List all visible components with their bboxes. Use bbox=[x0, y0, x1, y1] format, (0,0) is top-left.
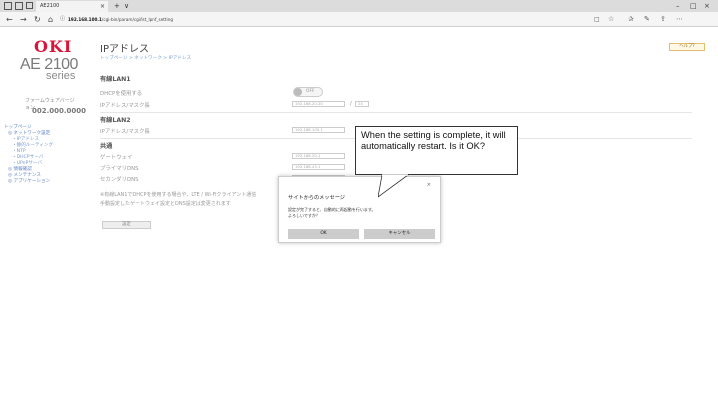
refresh-icon[interactable]: ↻ bbox=[34, 12, 41, 27]
secondary-dns-label: セカンダリDNS bbox=[100, 177, 139, 183]
home-icon[interactable]: ⌂ bbox=[48, 12, 53, 27]
dialog-title: サイトからのメッセージ bbox=[288, 195, 345, 201]
gateway-input[interactable]: 192.168.20.1 bbox=[292, 153, 345, 159]
maximize-button[interactable]: □ bbox=[690, 0, 697, 12]
back-icon[interactable]: ← bbox=[6, 12, 13, 27]
url-host: 192.168.100.1 bbox=[68, 17, 102, 22]
new-tab-button[interactable]: + bbox=[114, 0, 120, 12]
sidebar-item-application[interactable]: ◎ アプリケーション bbox=[4, 179, 78, 185]
firmware-version: 002.000.0000 bbox=[32, 107, 87, 115]
sidebar-nav: トップページ ◎ ネットワーク設定 ・IPアドレス ・静的ルーティング ・NTP… bbox=[4, 125, 78, 185]
tab-list-icon[interactable] bbox=[4, 2, 12, 10]
lan2-ip-label: IPアドレス/マスク長 bbox=[100, 129, 150, 135]
note-line-2: 手動設定したゲートウェイ設定とDNS設定は変更されます bbox=[100, 201, 231, 207]
breadcrumb[interactable]: トップページ > ネットワーク > IPアドレス bbox=[100, 55, 191, 61]
section-title-common: 共通 bbox=[100, 143, 113, 150]
lan1-mask-input[interactable]: 24 bbox=[355, 101, 369, 107]
lan2-ip-input[interactable]: 192.168.100.1 bbox=[292, 127, 345, 133]
tab-close-icon[interactable]: × bbox=[100, 1, 105, 12]
mask-separator: / bbox=[350, 101, 352, 107]
sidebar: OKI AE 2100 series ファームウェアバージョン 002.000.… bbox=[0, 28, 86, 401]
forward-icon[interactable]: → bbox=[20, 12, 27, 27]
ok-button[interactable]: OK bbox=[288, 229, 359, 239]
lan1-ip-input[interactable]: 192.168.20.20 bbox=[292, 101, 345, 107]
dialog-message-line-2: よろしいですか？ bbox=[288, 213, 320, 218]
dhcp-toggle[interactable]: OFF bbox=[293, 87, 323, 97]
browser-tab[interactable]: AE2100 × bbox=[36, 1, 108, 12]
page-content: OKI AE 2100 series ファームウェアバージョン 002.000.… bbox=[0, 28, 718, 401]
divider bbox=[100, 112, 692, 113]
close-window-button[interactable]: × bbox=[704, 0, 710, 12]
dhcp-label: DHCPを使用する bbox=[100, 91, 143, 97]
page-title: IPアドレス bbox=[100, 44, 149, 55]
callout-box: When the setting is complete, it will au… bbox=[355, 126, 518, 175]
primary-dns-input[interactable]: 192.168.43.1 bbox=[292, 164, 345, 170]
toggle-state: OFF bbox=[306, 89, 315, 94]
browser-tab-bar: AE2100 × + ∨ – □ × bbox=[0, 0, 718, 12]
url-field[interactable]: 192.168.100.1/cgi-bin/param/cgi/lst_lpnf… bbox=[68, 15, 173, 24]
gateway-label: ゲートウェイ bbox=[100, 155, 133, 161]
set-button[interactable]: 設定 bbox=[102, 221, 151, 229]
tab-title: AE2100 bbox=[40, 3, 60, 9]
lan1-ip-label: IPアドレス/マスク長 bbox=[100, 103, 150, 109]
cancel-button[interactable]: キャンセル bbox=[364, 229, 435, 239]
more-icon[interactable]: ⋯ bbox=[676, 12, 683, 27]
toggle-knob bbox=[294, 88, 302, 96]
tab-page-icon bbox=[26, 2, 33, 9]
model-series: series bbox=[46, 70, 76, 82]
primary-dns-label: プライマリDNS bbox=[100, 166, 139, 172]
share-icon[interactable]: ⇪ bbox=[660, 12, 666, 27]
info-icon[interactable]: ⓘ bbox=[60, 12, 65, 27]
address-bar: ← → ↻ ⌂ ⓘ 192.168.100.1/cgi-bin/param/cg… bbox=[0, 12, 718, 27]
minimize-button[interactable]: – bbox=[676, 0, 680, 12]
reading-view-icon[interactable]: □ bbox=[594, 12, 600, 27]
note-line-1: ※有線LAN1でDHCPを使用する場合や、LTE / Wi-Fiクライアント通信 bbox=[100, 192, 257, 198]
notes-icon[interactable]: ✎ bbox=[644, 12, 650, 27]
favorites-icon[interactable]: ✰ bbox=[628, 12, 634, 27]
url-path: /cgi-bin/param/cgi/lst_lpnf_setting bbox=[101, 17, 174, 22]
section-title-lan2: 有線LAN2 bbox=[100, 117, 131, 124]
tab-menu-icon[interactable]: ∨ bbox=[124, 0, 129, 12]
set-aside-tabs-icon[interactable] bbox=[15, 2, 23, 10]
favorite-star-icon[interactable]: ☆ bbox=[608, 12, 614, 27]
section-title-lan1: 有線LAN1 bbox=[100, 76, 131, 83]
oki-logo: OKI bbox=[34, 37, 73, 56]
callout-pointer bbox=[378, 174, 410, 198]
help-button[interactable]: ヘルプ? bbox=[669, 43, 705, 51]
